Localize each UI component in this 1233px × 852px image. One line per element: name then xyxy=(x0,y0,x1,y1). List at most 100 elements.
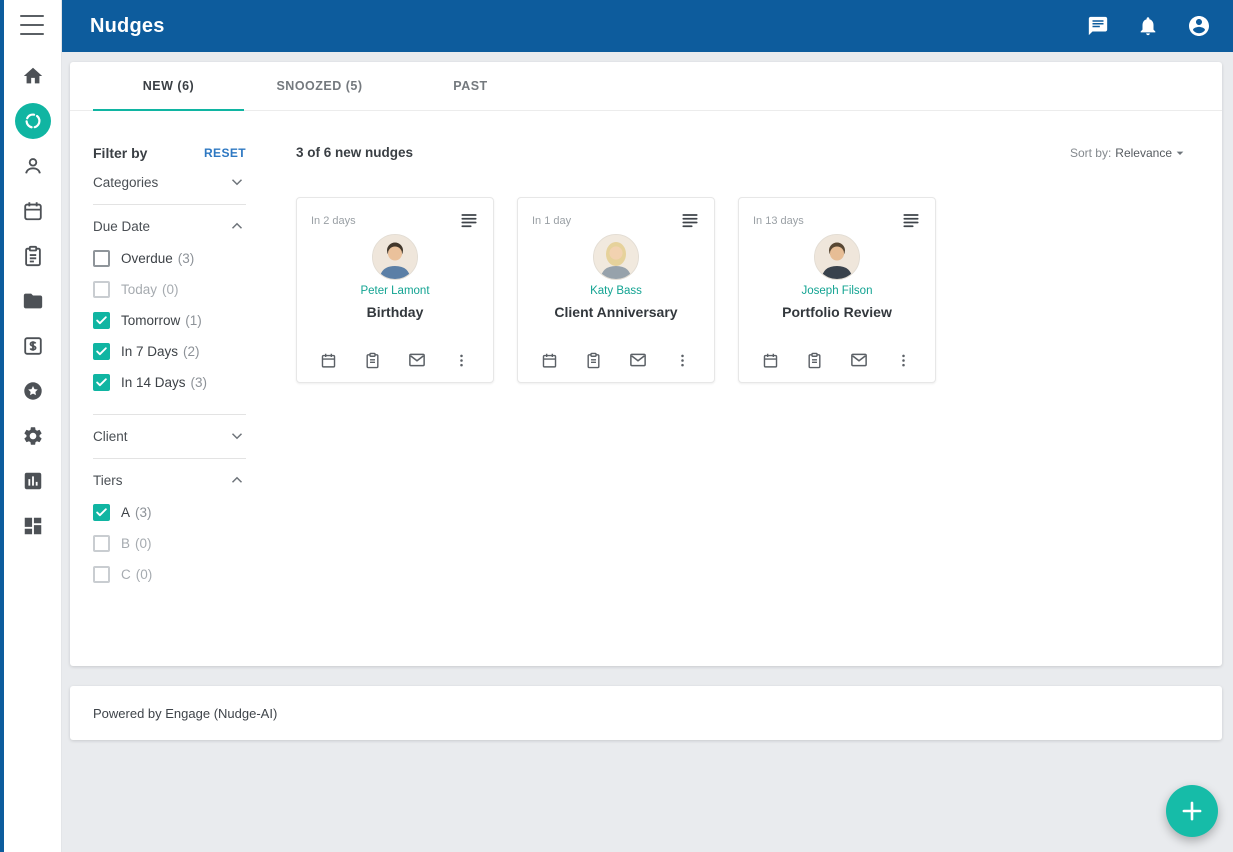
calendar-icon xyxy=(762,352,779,369)
option-label: In 7 Days xyxy=(121,344,178,359)
window-edge-strip xyxy=(0,0,4,852)
notes-action-button[interactable] xyxy=(806,352,823,369)
avatar[interactable] xyxy=(372,234,418,280)
due-label: In 1 day xyxy=(532,210,571,227)
email-action-button[interactable] xyxy=(408,351,426,369)
checkbox-checked[interactable] xyxy=(93,343,110,360)
calendar-action-button[interactable] xyxy=(320,352,337,369)
filter-section-due-date[interactable]: Due Date xyxy=(93,214,246,238)
sidebar-item-settings[interactable] xyxy=(4,413,61,458)
checkbox-checked[interactable] xyxy=(93,504,110,521)
sidebar-item-home[interactable] xyxy=(4,53,61,98)
filter-section-categories[interactable]: Categories xyxy=(93,170,246,194)
calendar-action-button[interactable] xyxy=(541,352,558,369)
filter-section-client[interactable]: Client xyxy=(93,424,246,448)
tab-snoozed[interactable]: SNOOZED (5) xyxy=(244,62,395,110)
page-title: Nudges xyxy=(90,15,165,38)
add-nudge-button[interactable] xyxy=(1166,785,1218,837)
calendar-action-button[interactable] xyxy=(762,352,779,369)
notes-action-button[interactable] xyxy=(364,352,381,369)
client-link[interactable]: Peter Lamont xyxy=(311,285,479,297)
summary-button[interactable] xyxy=(680,210,700,230)
sort-control[interactable]: Sort by: Relevance xyxy=(1070,145,1188,161)
filter-section-tiers[interactable]: Tiers xyxy=(93,468,246,492)
sidebar-item-documents[interactable] xyxy=(4,278,61,323)
option-count: (0) xyxy=(136,567,153,582)
summary-button[interactable] xyxy=(459,210,479,230)
app-header: Nudges xyxy=(62,0,1233,52)
avatar[interactable] xyxy=(814,234,860,280)
option-count: (2) xyxy=(183,344,200,359)
chat-button[interactable] xyxy=(1087,15,1109,37)
checkbox-checked[interactable] xyxy=(93,312,110,329)
tab-bar: NEW (6) SNOOZED (5) PAST xyxy=(70,62,1222,111)
sidebar-item-contacts[interactable] xyxy=(4,143,61,188)
checkbox[interactable] xyxy=(93,281,110,298)
option-label: Tomorrow xyxy=(121,313,180,328)
filter-option-tomorrow[interactable]: Tomorrow (1) xyxy=(93,305,246,336)
notes-action-button[interactable] xyxy=(585,352,602,369)
header-actions xyxy=(1087,14,1211,38)
option-count: (3) xyxy=(178,251,195,266)
more-actions-button[interactable] xyxy=(674,352,691,369)
filter-option-tier-b[interactable]: B (0) xyxy=(93,528,246,559)
sidebar-item-billing[interactable] xyxy=(4,323,61,368)
sidebar-item-dashboard[interactable] xyxy=(4,503,61,548)
sidebar-item-calendar[interactable] xyxy=(4,188,61,233)
email-action-button[interactable] xyxy=(850,351,868,369)
chevron-up-icon xyxy=(228,471,246,489)
sidebar xyxy=(4,0,62,852)
filter-panel: Filter by RESET Categories Due Date Over… xyxy=(70,111,246,665)
option-count: (1) xyxy=(185,313,202,328)
check-icon xyxy=(95,376,108,389)
tab-new[interactable]: NEW (6) xyxy=(93,62,244,110)
mail-icon xyxy=(850,351,868,369)
menu-icon[interactable] xyxy=(20,15,44,35)
subject-icon xyxy=(459,210,479,230)
account-button[interactable] xyxy=(1187,14,1211,38)
account-icon xyxy=(1187,14,1211,38)
calendar-icon xyxy=(541,352,558,369)
more-actions-button[interactable] xyxy=(453,352,470,369)
sort-value: Relevance xyxy=(1115,146,1172,160)
more-actions-button[interactable] xyxy=(895,352,912,369)
filter-option-in-7-days[interactable]: In 7 Days (2) xyxy=(93,336,246,367)
nudge-list-area: 3 of 6 new nudges Sort by: Relevance In … xyxy=(246,111,1222,665)
chat-icon xyxy=(1087,15,1109,37)
avatar-image xyxy=(373,235,417,279)
filter-option-today[interactable]: Today (0) xyxy=(93,274,246,305)
client-link[interactable]: Joseph Filson xyxy=(753,285,921,297)
avatar[interactable] xyxy=(593,234,639,280)
sidebar-item-nudges[interactable] xyxy=(4,98,61,143)
nudges-icon xyxy=(22,110,44,132)
person-icon xyxy=(22,155,44,177)
subject-icon xyxy=(680,210,700,230)
sidebar-item-tasks[interactable] xyxy=(4,233,61,278)
email-action-button[interactable] xyxy=(629,351,647,369)
nudge-card: In 1 day Katy Bass Client Anniversary xyxy=(517,197,715,383)
sidebar-item-favorites[interactable] xyxy=(4,368,61,413)
tab-past[interactable]: PAST xyxy=(395,62,546,110)
filter-option-overdue[interactable]: Overdue (3) xyxy=(93,243,246,274)
caret-down-icon xyxy=(1172,145,1188,161)
plus-icon xyxy=(1179,798,1205,824)
checkbox[interactable] xyxy=(93,566,110,583)
filter-option-tier-c[interactable]: C (0) xyxy=(93,559,246,590)
filter-option-tier-a[interactable]: A (3) xyxy=(93,497,246,528)
checkbox[interactable] xyxy=(93,535,110,552)
client-link[interactable]: Katy Bass xyxy=(532,285,700,297)
folder-icon xyxy=(22,290,44,312)
filter-option-in-14-days[interactable]: In 14 Days (3) xyxy=(93,367,246,398)
card-actions xyxy=(297,338,493,382)
reset-filters-button[interactable]: RESET xyxy=(204,146,246,160)
chevron-down-icon xyxy=(228,173,246,191)
avatar-image xyxy=(815,235,859,279)
sidebar-item-reports[interactable] xyxy=(4,458,61,503)
clipboard-icon xyxy=(22,245,44,267)
client-label: Client xyxy=(93,429,128,444)
notifications-button[interactable] xyxy=(1137,15,1159,37)
check-icon xyxy=(95,506,108,519)
checkbox-checked[interactable] xyxy=(93,374,110,391)
checkbox[interactable] xyxy=(93,250,110,267)
summary-button[interactable] xyxy=(901,210,921,230)
